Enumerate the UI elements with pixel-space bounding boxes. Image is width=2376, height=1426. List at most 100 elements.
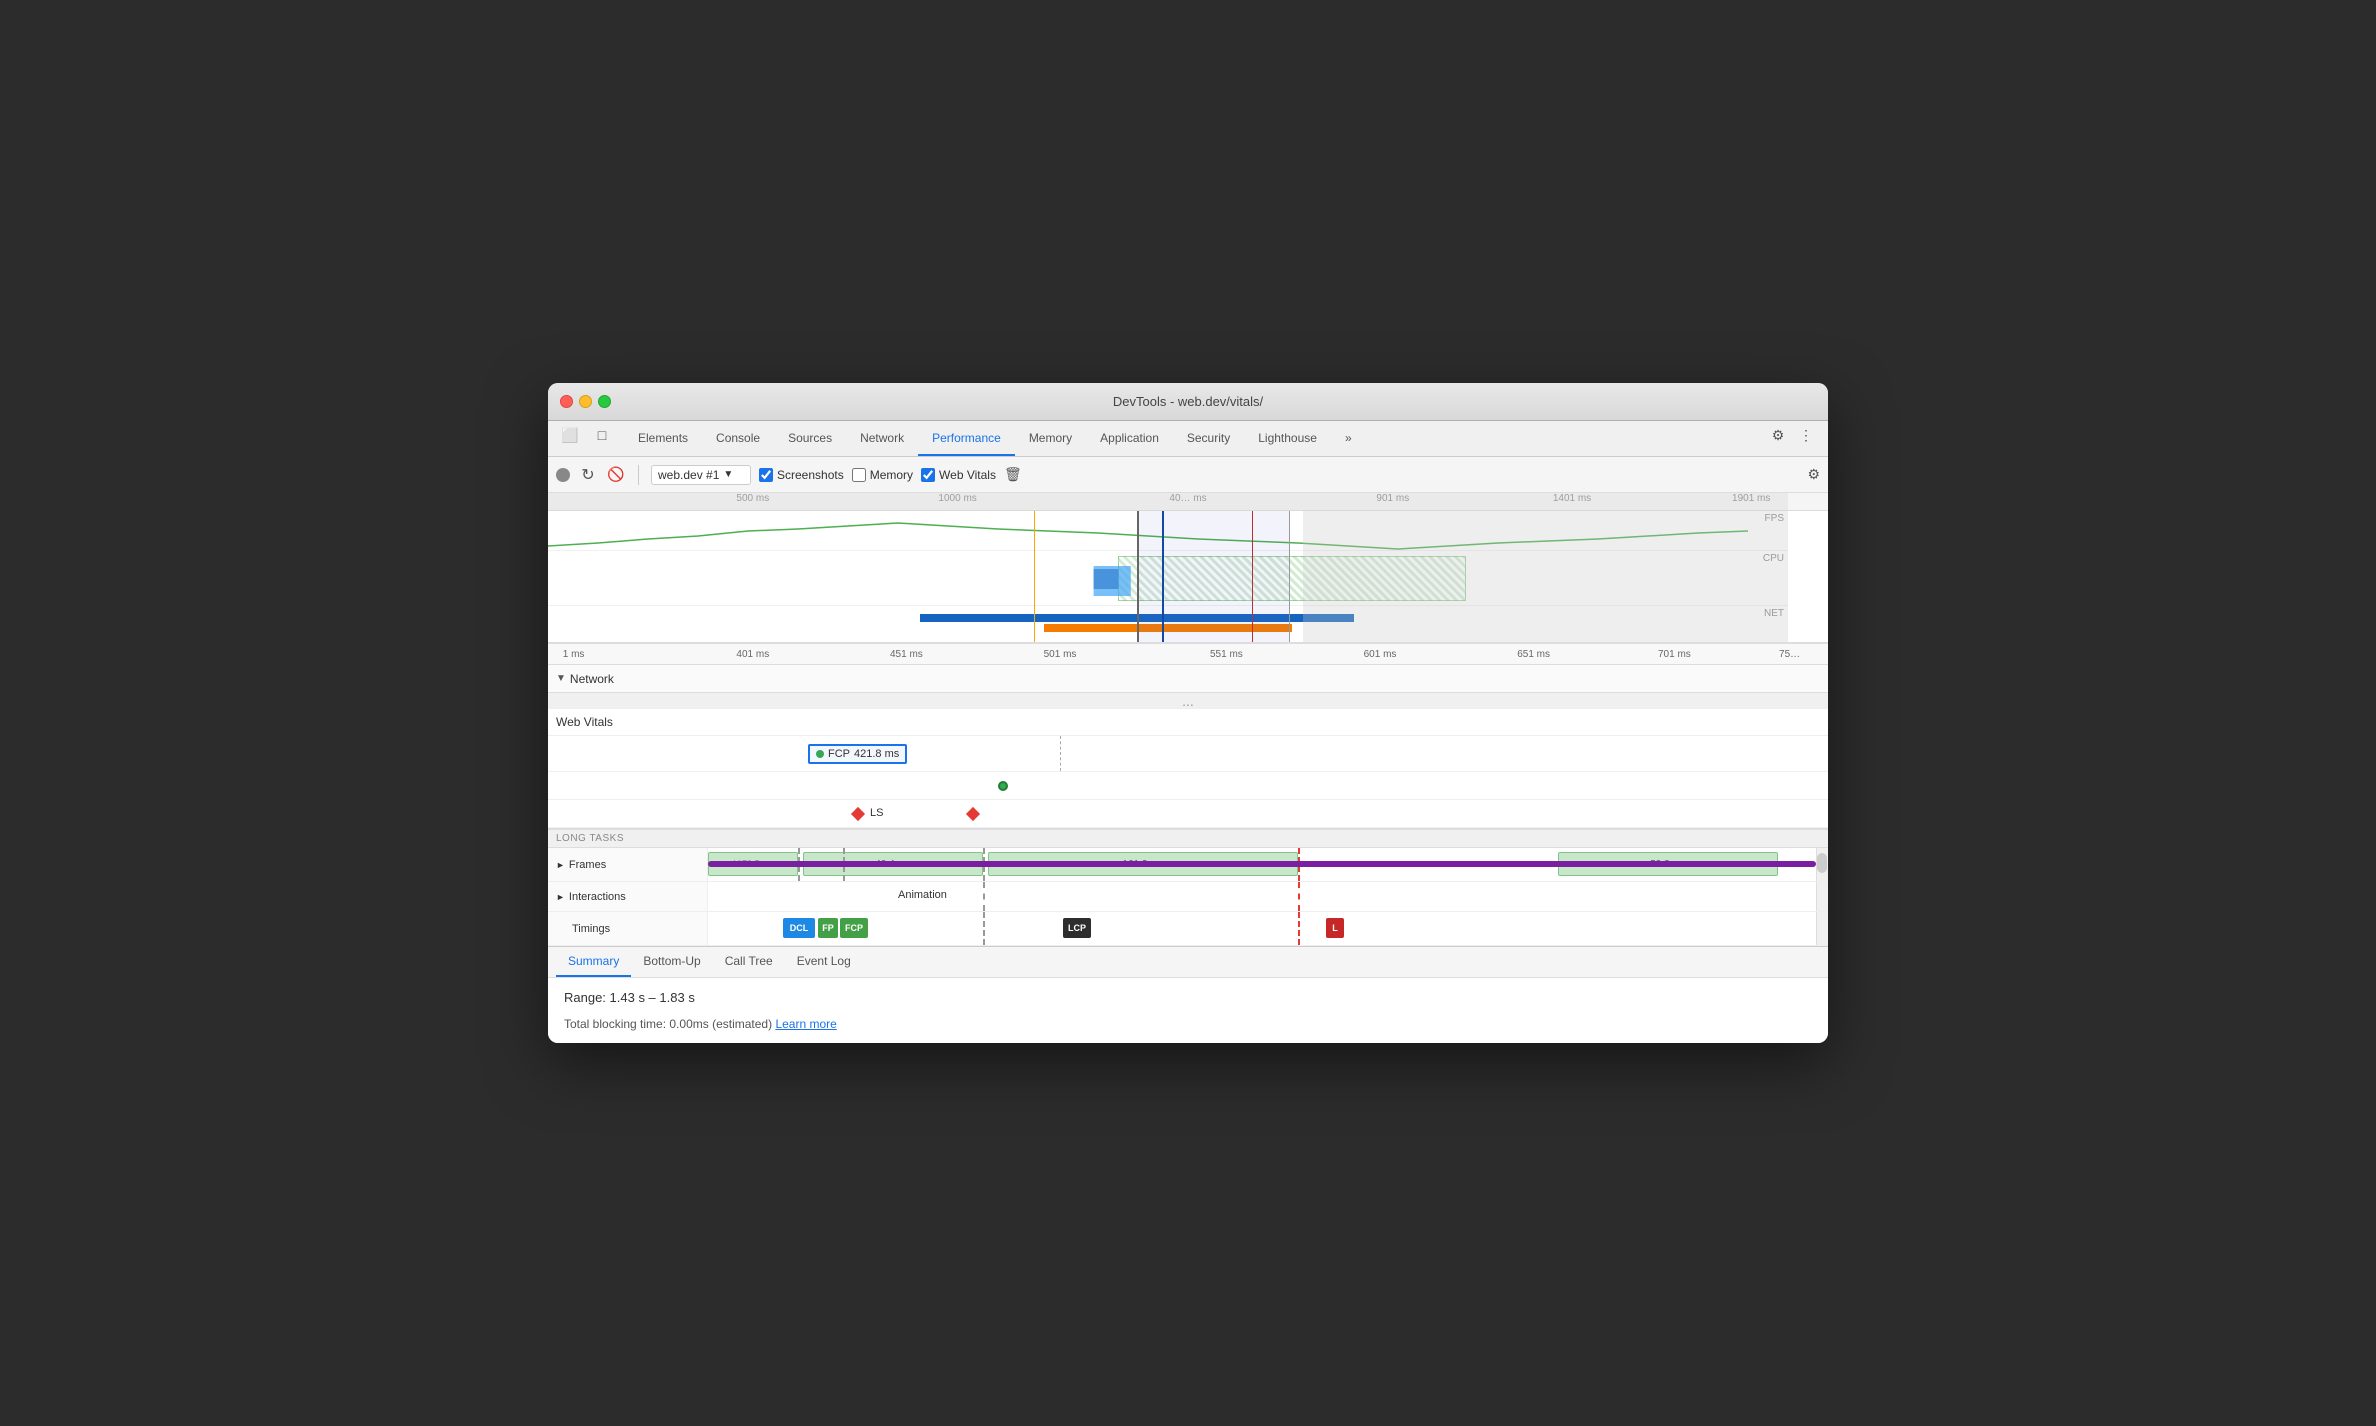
web-vitals-checkbox[interactable] (921, 468, 935, 482)
tim-dashed-red (1298, 912, 1300, 945)
timing-dcl[interactable]: DCL (783, 918, 815, 938)
toggle-drawer-icon[interactable]: □ (588, 421, 616, 449)
frames-row: ► Frames 1072.5 ms 40.4 ms 161.3 ms 59.8… (548, 848, 1828, 882)
timing-l[interactable]: L (1326, 918, 1344, 938)
tab-performance[interactable]: Performance (918, 421, 1015, 456)
screenshots-checkbox-label[interactable]: Screenshots (759, 468, 844, 482)
tab-more[interactable]: » (1331, 421, 1366, 456)
ls-diamond-2 (966, 807, 980, 821)
fcp-box: FCP 421.8 ms (808, 744, 907, 764)
purple-timeline-bar (708, 861, 1816, 867)
minimize-button[interactable] (579, 395, 592, 408)
performance-settings-icon[interactable]: ⚙ (1807, 466, 1820, 483)
lcp-track (548, 772, 1828, 800)
fcp-marker: FCP 421.8 ms (808, 744, 907, 764)
timings-label[interactable]: Timings (548, 912, 708, 945)
tab-network[interactable]: Network (846, 421, 918, 456)
tab-elements[interactable]: Elements (624, 421, 702, 456)
timeline-overview: 500 ms 1000 ms 40… ms 901 ms 1401 ms 190… (548, 493, 1828, 643)
interactions-row: ► Interactions Animation (548, 882, 1828, 912)
orange-vline (1034, 511, 1035, 642)
maximize-button[interactable] (598, 395, 611, 408)
learn-more-link[interactable]: Learn more (775, 1017, 836, 1031)
tab-console[interactable]: Console (702, 421, 774, 456)
interactions-scrollbar (1816, 882, 1828, 911)
zoomed-tick-601ms: 601 ms (1364, 649, 1397, 660)
zoomed-tick-401ms: 401 ms (736, 649, 769, 660)
range-text: Range: 1.43 s – 1.83 s (564, 990, 1812, 1005)
memory-checkbox[interactable] (852, 468, 866, 482)
tab-memory[interactable]: Memory (1015, 421, 1086, 456)
int-dashed-red (1298, 882, 1300, 911)
zoomed-tick-1ms: 1 ms (563, 649, 585, 660)
zoomed-tick-501ms: 501 ms (1044, 649, 1077, 660)
web-vitals-checkbox-label[interactable]: Web Vitals (921, 468, 996, 482)
cursor-icon[interactable]: ⬜ (556, 421, 584, 449)
fcp-label: FCP (828, 748, 850, 760)
dropdown-arrow-icon: ▼ (723, 469, 733, 480)
dots-row: ... (548, 693, 1828, 709)
reload-button[interactable]: ↻ (578, 465, 598, 485)
timings-scrollbar (1816, 912, 1828, 945)
memory-checkbox-label[interactable]: Memory (852, 468, 913, 482)
tab-bottom-up[interactable]: Bottom-Up (631, 947, 712, 977)
animation-text: Animation (898, 889, 947, 901)
fcp-dot (816, 750, 824, 758)
delete-icon[interactable]: 🗑 (1004, 466, 1022, 483)
dimmed-area (1303, 511, 1788, 642)
interactions-label[interactable]: ► Interactions (548, 882, 708, 911)
network-label: Network (570, 672, 614, 686)
frames-label[interactable]: ► Frames (548, 848, 708, 881)
expand-interactions-icon: ► (556, 892, 565, 902)
session-selector[interactable]: web.dev #1 ▼ (651, 465, 751, 485)
session-label: web.dev #1 (658, 468, 719, 482)
ls-label: LS (870, 807, 883, 819)
blocking-text: Total blocking time: 0.00ms (estimated) … (564, 1017, 1812, 1031)
tab-security[interactable]: Security (1173, 421, 1244, 456)
timing-fp[interactable]: FP (818, 918, 838, 938)
tab-lighthouse[interactable]: Lighthouse (1244, 421, 1331, 456)
screenshots-strip (548, 493, 1788, 511)
clear-button[interactable]: 🚫 (606, 465, 626, 485)
screenshots-checkbox[interactable] (759, 468, 773, 482)
devtools-window: DevTools - web.dev/vitals/ ⬜ □ Elements … (548, 383, 1828, 1043)
selection-range (1137, 511, 1291, 642)
fcp-dashed-line (1060, 736, 1061, 771)
tab-event-log[interactable]: Event Log (785, 947, 863, 977)
timings-row: Timings DCL FP FCP LCP L (548, 912, 1828, 946)
web-vitals-section: Web Vitals FCP 421.8 ms LS (548, 709, 1828, 829)
zoomed-tick-451ms: 451 ms (890, 649, 923, 660)
close-button[interactable] (560, 395, 573, 408)
main-tracks: ► Frames 1072.5 ms 40.4 ms 161.3 ms 59.8… (548, 848, 1828, 946)
settings-icon[interactable]: ⚙ (1764, 421, 1792, 449)
lcp-dot-marker (998, 781, 1008, 791)
options-bar: ↻ 🚫 web.dev #1 ▼ Screenshots Memory Web … (548, 457, 1828, 493)
bottom-panel: Range: 1.43 s – 1.83 s Total blocking ti… (548, 978, 1828, 1043)
timing-fcp[interactable]: FCP (840, 918, 868, 938)
bottom-tabs: Summary Bottom-Up Call Tree Event Log (548, 946, 1828, 978)
scrollbar-thumb[interactable] (1817, 853, 1827, 873)
traffic-lights (560, 395, 611, 408)
zoomed-tick-551ms: 551 ms (1210, 649, 1243, 660)
tab-application[interactable]: Application (1086, 421, 1173, 456)
zoomed-tick-750ms: 75… (1779, 649, 1800, 660)
zoomed-tick-651ms: 651 ms (1517, 649, 1550, 660)
record-button[interactable] (556, 468, 570, 482)
fcp-track: FCP 421.8 ms (548, 736, 1828, 772)
network-section[interactable]: ▼ Network (548, 665, 1828, 693)
tab-summary[interactable]: Summary (556, 947, 631, 977)
ls-diamond-1 (851, 807, 865, 821)
int-dashed-1 (983, 882, 985, 911)
more-options-icon[interactable]: ⋮ (1792, 421, 1820, 449)
zoomed-tick-701ms: 701 ms (1658, 649, 1691, 660)
interactions-content: Animation (708, 882, 1816, 911)
tab-sources[interactable]: Sources (774, 421, 846, 456)
zoomed-ruler: 1 ms 401 ms 451 ms 501 ms 551 ms 601 ms … (548, 643, 1828, 665)
nav-tabs: ⬜ □ Elements Console Sources Network Per… (548, 421, 1828, 457)
fcp-value: 421.8 ms (854, 748, 899, 760)
timing-lcp[interactable]: LCP (1063, 918, 1091, 938)
window-title: DevTools - web.dev/vitals/ (1113, 394, 1263, 409)
long-tasks-label: LONG TASKS (548, 829, 1828, 848)
tab-call-tree[interactable]: Call Tree (713, 947, 785, 977)
frames-scrollbar[interactable] (1816, 848, 1828, 881)
